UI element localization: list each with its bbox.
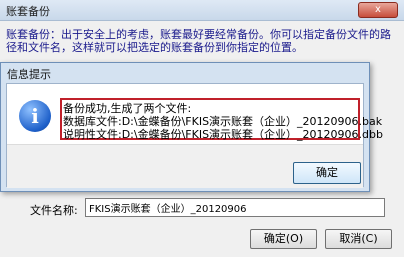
- message-body: i 备份成功,生成了两个文件: 数据库文件:D:\金蝶备份\FKIS演示账套（企…: [6, 83, 383, 188]
- filename-label: 文件名称:: [30, 204, 78, 217]
- ok-button[interactable]: 确定(O): [250, 229, 317, 249]
- message-ok-button[interactable]: 确定: [293, 162, 361, 184]
- close-button[interactable]: x: [358, 2, 398, 18]
- message-dialog-titlebar: 信息提示: [1, 63, 369, 83]
- backup-description: 账套备份：出于安全上的考虑，账套最好要经常备份。你可以指定备份文件的路径和文件名…: [6, 28, 391, 54]
- message-dialog: 信息提示 i 备份成功,生成了两个文件: 数据库文件:D:\金蝶备份\FKIS演…: [0, 62, 383, 192]
- filename-input[interactable]: [85, 198, 385, 217]
- info-icon: i: [19, 100, 51, 132]
- backup-dialog-titlebar: 账套备份 x: [0, 0, 404, 21]
- backup-dialog-title: 账套备份: [6, 5, 50, 18]
- cancel-button[interactable]: 取消(C): [325, 229, 392, 249]
- message-line-description-file: 说明性文件:D:\金蝶备份\FKIS演示账套（企业）_20120906.dbb: [63, 128, 383, 141]
- message-dialog-title: 信息提示: [7, 68, 51, 81]
